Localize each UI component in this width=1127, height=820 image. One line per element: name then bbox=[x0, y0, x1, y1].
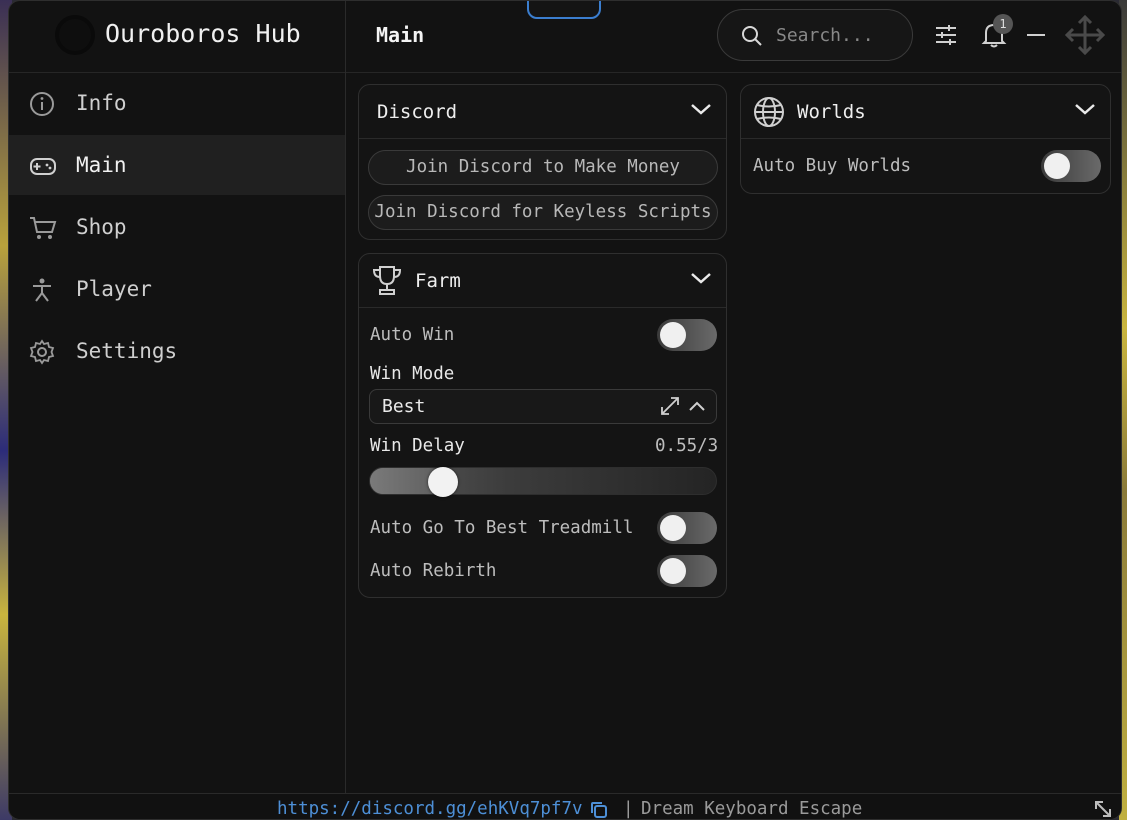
auto-rebirth-toggle[interactable] bbox=[657, 555, 717, 587]
win-mode-dropdown[interactable]: Best bbox=[369, 389, 717, 424]
toggle-knob bbox=[1044, 153, 1070, 179]
win-delay-value: 0.55/3 bbox=[655, 436, 719, 456]
sidebar-item-label: Shop bbox=[76, 215, 127, 239]
win-mode-value: Best bbox=[382, 396, 426, 417]
logo-icon bbox=[55, 15, 95, 55]
info-icon bbox=[30, 92, 54, 116]
toggle-knob bbox=[660, 322, 686, 348]
footer-separator: | bbox=[623, 799, 634, 819]
farm-panel-header[interactable]: Farm bbox=[359, 254, 726, 308]
panel-title: Farm bbox=[415, 270, 461, 292]
auto-win-label: Auto Win bbox=[370, 325, 455, 345]
title-bar[interactable]: Ouroboros Hub Main 1 bbox=[9, 1, 1121, 73]
worlds-panel-header[interactable]: Worlds bbox=[741, 85, 1110, 139]
sidebar-item-label: Main bbox=[76, 153, 127, 177]
expand-icon[interactable] bbox=[659, 395, 681, 417]
resize-icon[interactable] bbox=[1093, 799, 1113, 819]
sidebar-item-shop[interactable]: Shop bbox=[9, 197, 345, 257]
search-icon bbox=[742, 26, 762, 46]
auto-treadmill-label: Auto Go To Best Treadmill bbox=[370, 518, 634, 538]
search-box[interactable] bbox=[717, 9, 913, 61]
win-delay-slider[interactable] bbox=[369, 467, 717, 497]
globe-icon bbox=[754, 97, 784, 127]
gamepad-icon bbox=[30, 158, 56, 175]
sidebar-item-player[interactable]: Player bbox=[9, 259, 345, 319]
sidebar-item-info[interactable]: Info bbox=[9, 73, 345, 133]
trophy-icon bbox=[372, 266, 402, 295]
chevron-down-icon[interactable] bbox=[690, 270, 712, 286]
gear-icon bbox=[29, 339, 55, 365]
minimize-icon[interactable] bbox=[1027, 33, 1045, 37]
auto-rebirth-label: Auto Rebirth bbox=[370, 561, 497, 581]
discord-link[interactable]: https://discord.gg/ehKVq7pf7v bbox=[277, 799, 583, 819]
page-title: Main bbox=[376, 23, 425, 47]
hub-window: Ouroboros Hub Main 1 bbox=[8, 0, 1122, 820]
join-discord-keyless-button[interactable]: Join Discord for Keyless Scripts bbox=[368, 195, 718, 230]
sidebar-item-label: Settings bbox=[76, 339, 178, 363]
auto-buy-worlds-toggle[interactable] bbox=[1041, 150, 1101, 182]
sliders-icon[interactable] bbox=[934, 23, 958, 47]
sidebar-item-main[interactable]: Main bbox=[9, 135, 345, 195]
game-name: Dream Keyboard Escape bbox=[641, 799, 863, 819]
cart-icon bbox=[30, 217, 57, 239]
sidebar-item-settings[interactable]: Settings bbox=[9, 321, 345, 381]
chevron-up-icon[interactable] bbox=[688, 399, 706, 413]
auto-buy-worlds-label: Auto Buy Worlds bbox=[753, 156, 912, 176]
farm-panel: Farm Auto Win Win Mode Best Win Delay 0.… bbox=[358, 253, 727, 598]
chevron-down-icon[interactable] bbox=[1074, 101, 1096, 117]
notification-badge: 1 bbox=[993, 14, 1013, 34]
copy-icon[interactable] bbox=[589, 800, 609, 820]
discord-panel-header[interactable]: Discord bbox=[359, 85, 726, 139]
app-title: Ouroboros Hub bbox=[105, 19, 301, 48]
worlds-panel: Worlds Auto Buy Worlds bbox=[740, 84, 1111, 194]
sidebar-divider bbox=[345, 1, 346, 793]
auto-win-toggle[interactable] bbox=[657, 319, 717, 351]
search-input[interactable] bbox=[776, 22, 901, 48]
win-delay-label: Win Delay bbox=[370, 436, 465, 456]
minimize-tab[interactable] bbox=[527, 0, 603, 21]
slider-handle[interactable] bbox=[427, 467, 458, 497]
win-mode-label: Win Mode bbox=[370, 364, 455, 384]
collapse-icon bbox=[529, 0, 603, 21]
chevron-down-icon[interactable] bbox=[690, 101, 712, 117]
footer-bar: https://discord.gg/ehKVq7pf7v | Dream Ke… bbox=[9, 793, 1121, 820]
sidebar-item-label: Player bbox=[76, 277, 152, 301]
move-icon[interactable] bbox=[1063, 13, 1107, 57]
join-discord-money-button[interactable]: Join Discord to Make Money bbox=[368, 150, 718, 185]
auto-treadmill-toggle[interactable] bbox=[657, 512, 717, 544]
sidebar-item-label: Info bbox=[76, 91, 127, 115]
discord-panel: Discord Join Discord to Make Money Join … bbox=[358, 84, 727, 240]
panel-title: Discord bbox=[377, 101, 458, 123]
toggle-knob bbox=[660, 558, 686, 584]
toggle-knob bbox=[660, 515, 686, 541]
person-icon bbox=[33, 278, 51, 302]
panel-title: Worlds bbox=[797, 101, 866, 123]
